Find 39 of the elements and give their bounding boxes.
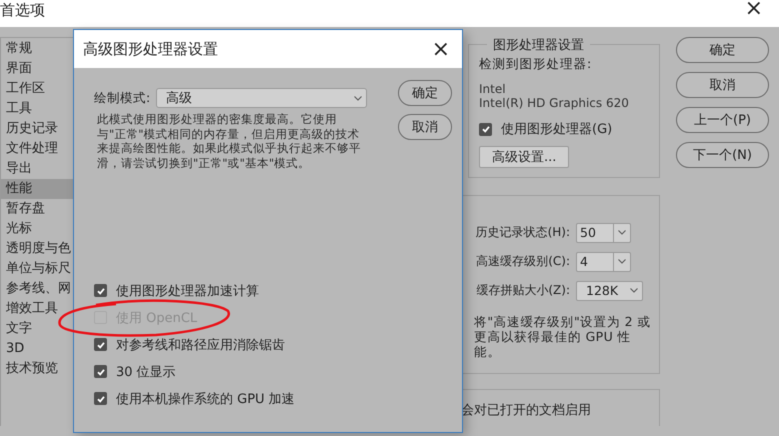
chevron-down-icon: [618, 259, 626, 264]
dialog-button[interactable]: 确定: [398, 80, 452, 106]
group-title: 图形处理器设置: [487, 36, 590, 54]
gpu-model: Intel(R) HD Graphics 620: [479, 96, 630, 110]
dialog-button[interactable]: 取消: [398, 114, 452, 140]
gpu-vendor: Intel: [479, 82, 507, 96]
hint-text: 将"高速缓存级别"设置为 2 或更高以获得最佳的 GPU 性能。: [474, 314, 652, 359]
dialog-button[interactable]: 下一个(N): [676, 142, 769, 168]
chevron-down-icon: [618, 230, 626, 235]
field-label: 缓存拼贴大小(Z):: [475, 282, 570, 299]
checkbox-label: 使用本机操作系统的 GPU 加速: [116, 390, 295, 408]
field-label: 历史记录状态(H):: [474, 224, 570, 241]
checkbox[interactable]: [94, 284, 107, 297]
chevron-down-icon: [630, 288, 638, 293]
detected-label: 检测到图形处理器:: [479, 56, 593, 73]
dialog-button[interactable]: 上一个(P): [676, 107, 769, 133]
drawing-mode-dropdown[interactable]: 高级: [156, 88, 368, 108]
checkbox[interactable]: [479, 122, 492, 136]
checkbox-label: 使用图形处理器加速计算: [116, 282, 259, 300]
close-button[interactable]: ×: [420, 36, 462, 62]
dialog-button[interactable]: 确定: [676, 37, 769, 63]
field-label: 绘制模式:: [94, 90, 150, 106]
dialog-title: 高级图形处理器设置: [83, 40, 218, 58]
dropdown[interactable]: 128K: [576, 280, 643, 300]
advanced-settings-button[interactable]: 高级设置...: [479, 146, 570, 168]
checkbox-label: 30 位显示: [116, 364, 176, 380]
dialog-button[interactable]: 取消: [676, 72, 769, 98]
checkbox[interactable]: [94, 365, 107, 378]
checkbox[interactable]: [94, 392, 107, 405]
window-title: 首选项: [0, 0, 45, 20]
checkbox[interactable]: [94, 338, 107, 351]
description-text: 此模式使用图形处理器的密集度最高。它使用与"正常"模式相同的内存量，但启用更高级的技术来提高绘图性能。如果此模式似乎执行起来不够平滑，请尝试切换到"正常"或"基本"模式。: [96, 112, 362, 170]
checkbox-label: 使用图形处理器(G): [501, 121, 612, 138]
close-button[interactable]: ×: [736, 0, 779, 18]
dropdown[interactable]: 50: [576, 222, 631, 242]
chevron-down-icon: [354, 96, 362, 100]
field-label: 高速缓存级别(C):: [475, 253, 570, 270]
dropdown[interactable]: 4: [576, 252, 631, 272]
checkbox-label: 对参考线和路径应用消除锯齿: [116, 336, 285, 354]
